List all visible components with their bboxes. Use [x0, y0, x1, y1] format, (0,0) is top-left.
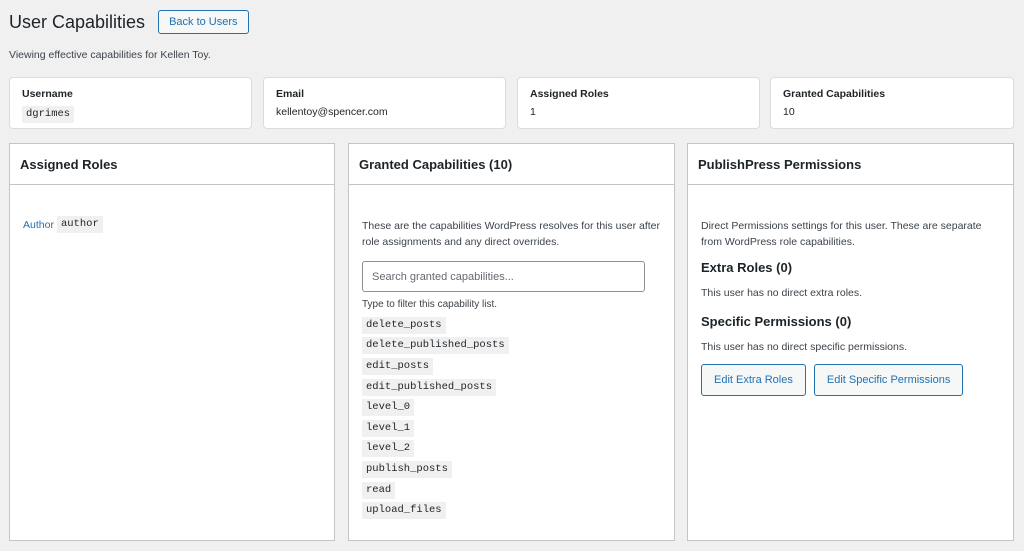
stat-label: Assigned Roles [530, 88, 609, 100]
role-link-author[interactable]: Author [23, 219, 54, 231]
stat-card-username: Username dgrimes [9, 77, 252, 129]
edit-specific-permissions-button[interactable]: Edit Specific Permissions [813, 364, 964, 396]
search-capabilities-input[interactable] [362, 261, 645, 292]
stat-value: 1 [530, 106, 536, 118]
list-item: level_0 [362, 397, 661, 418]
permission-actions: Edit Extra Roles Edit Specific Permissio… [701, 364, 1000, 396]
capability-code: read [362, 481, 396, 499]
stat-value: 10 [783, 106, 795, 118]
extra-roles-note: This user has no direct extra roles. [701, 287, 863, 299]
capability-code: publish_posts [362, 460, 452, 478]
panel-body: These are the capabilities WordPress res… [349, 218, 674, 521]
page-subtitle: Viewing effective capabilities for Kelle… [9, 49, 211, 61]
page-title: User Capabilities [9, 12, 146, 32]
granted-capabilities-panel: Granted Capabilities (10) These are the … [348, 143, 675, 541]
assigned-roles-panel: Assigned Roles Author author [9, 143, 335, 541]
capability-code: edit_published_posts [362, 378, 497, 396]
capability-code: delete_published_posts [362, 337, 509, 355]
specific-permissions-note: This user has no direct specific permiss… [701, 341, 907, 353]
publishpress-permissions-panel: PublishPress Permissions Direct Permissi… [687, 143, 1014, 541]
stat-label: Email [276, 88, 305, 100]
permissions-description: Direct Permissions settings for this use… [701, 220, 982, 248]
list-item: edit_published_posts [362, 377, 661, 398]
list-item: publish_posts [362, 459, 661, 480]
role-slug-code: author [56, 216, 103, 233]
specific-permissions-heading: Specific Permissions (0) [701, 314, 852, 329]
list-item: delete_published_posts [362, 336, 661, 357]
stat-card-assigned-roles: Assigned Roles 1 [517, 77, 760, 129]
panel-header: Assigned Roles [10, 144, 334, 185]
stat-label: Username [22, 88, 73, 100]
list-item: read [362, 480, 661, 501]
stat-card-granted-capabilities: Granted Capabilities 10 [770, 77, 1014, 129]
stat-value: kellentoy@spencer.com [276, 106, 388, 118]
list-item: delete_posts [362, 315, 661, 336]
panel-body: Direct Permissions settings for this use… [688, 218, 1013, 396]
panel-title: Granted Capabilities (10) [359, 156, 513, 172]
capability-code: delete_posts [362, 316, 446, 334]
username-code: dgrimes [22, 106, 75, 123]
role-item: Author author [23, 216, 321, 233]
panel-header: Granted Capabilities (10) [349, 144, 674, 185]
extra-roles-heading: Extra Roles (0) [701, 260, 793, 275]
stat-card-email: Email kellentoy@spencer.com [263, 77, 506, 129]
capability-code: level_1 [362, 419, 415, 437]
list-item: upload_files [362, 500, 661, 521]
capability-code: level_0 [362, 399, 415, 417]
panel-body: Author author [10, 216, 334, 233]
page-header: User Capabilities Back to Users [9, 8, 249, 36]
capability-list: delete_posts delete_published_posts edit… [362, 315, 661, 521]
stat-value: dgrimes [22, 106, 239, 123]
capability-code: edit_posts [362, 357, 434, 375]
capability-code: upload_files [362, 502, 446, 520]
panel-header: PublishPress Permissions [688, 144, 1013, 185]
panel-title: PublishPress Permissions [698, 156, 862, 172]
panel-title: Assigned Roles [20, 156, 118, 172]
back-to-users-button[interactable]: Back to Users [158, 10, 249, 34]
edit-extra-roles-button[interactable]: Edit Extra Roles [701, 364, 806, 396]
stat-label: Granted Capabilities [783, 88, 886, 100]
list-item: edit_posts [362, 356, 661, 377]
search-hint: Type to filter this capability list. [362, 299, 498, 310]
list-item: level_2 [362, 439, 661, 460]
capabilities-description: These are the capabilities WordPress res… [362, 220, 661, 248]
capability-code: level_2 [362, 440, 415, 458]
list-item: level_1 [362, 418, 661, 439]
